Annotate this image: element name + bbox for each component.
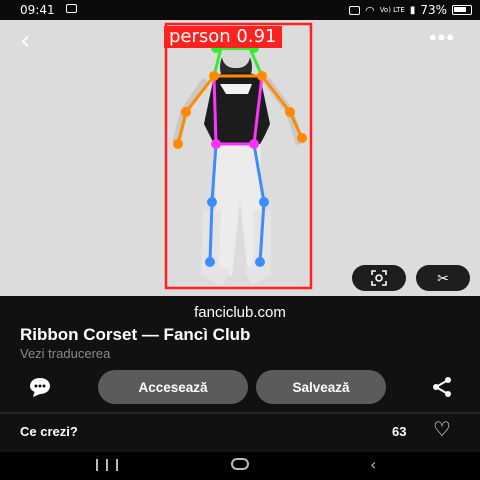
- more-options-button[interactable]: •••: [426, 26, 458, 52]
- heart-button[interactable]: ♡: [428, 418, 456, 444]
- person-silhouette: [172, 38, 304, 287]
- alarm-icon: [349, 5, 361, 15]
- status-right: ◠ Vo) LTE ▮ 73%: [349, 3, 472, 17]
- save-button[interactable]: Salvează: [256, 370, 386, 404]
- signal-icon: ▮: [409, 4, 416, 16]
- status-bar: 09:41 ◠ Vo) LTE ▮ 73%: [0, 0, 480, 20]
- lens-icon: [371, 270, 387, 286]
- detection-label: person 0.91: [164, 26, 282, 48]
- system-nav-bar: ‹: [0, 452, 480, 480]
- share-icon: [433, 377, 451, 397]
- share-button[interactable]: [430, 376, 454, 398]
- translate-link[interactable]: Vezi traducerea: [20, 346, 110, 361]
- back-button[interactable]: ‹: [20, 28, 54, 58]
- section-divider: [0, 412, 480, 414]
- comment-button[interactable]: [28, 376, 52, 398]
- status-time: 09:41: [20, 3, 55, 17]
- crop-button[interactable]: ✂: [416, 265, 470, 291]
- network-label: Vo) LTE: [379, 5, 405, 14]
- pin-title: Ribbon Corset — Fancì Club: [20, 325, 251, 344]
- source-domain[interactable]: fanciclub.com: [0, 304, 480, 321]
- more-dots-icon: •••: [428, 25, 456, 50]
- recent-apps-icon[interactable]: [96, 459, 118, 471]
- visit-button[interactable]: Accesează: [98, 370, 248, 404]
- wifi-icon: ◠: [365, 3, 375, 17]
- chat-bubble-icon: [30, 378, 50, 397]
- comments-prompt[interactable]: Ce crezi?: [20, 424, 78, 439]
- visual-search-button[interactable]: [352, 265, 406, 291]
- notification-icons: [66, 4, 77, 13]
- reaction-count: 63: [392, 424, 407, 439]
- home-icon[interactable]: [231, 458, 249, 470]
- scissors-icon: ✂: [437, 269, 449, 286]
- back-arrow-icon: ‹: [20, 26, 31, 56]
- nav-back-icon[interactable]: ‹: [370, 455, 376, 474]
- heart-icon: ♡: [433, 419, 451, 441]
- battery-icon: [452, 5, 472, 15]
- image-icon: [66, 4, 77, 13]
- battery-percent: 73%: [420, 3, 447, 17]
- pin-image[interactable]: person 0.91 ‹ ••• ✂: [0, 20, 480, 296]
